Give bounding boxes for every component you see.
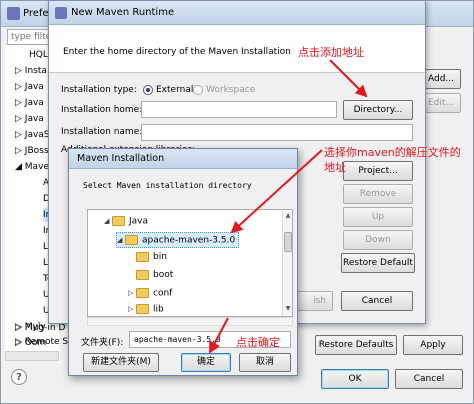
arrow-to-ok-button <box>209 317 229 354</box>
annotation-arrows <box>209 59 368 354</box>
arrow-to-selected-folder <box>230 149 323 234</box>
arrow-to-directory-button <box>329 59 368 98</box>
